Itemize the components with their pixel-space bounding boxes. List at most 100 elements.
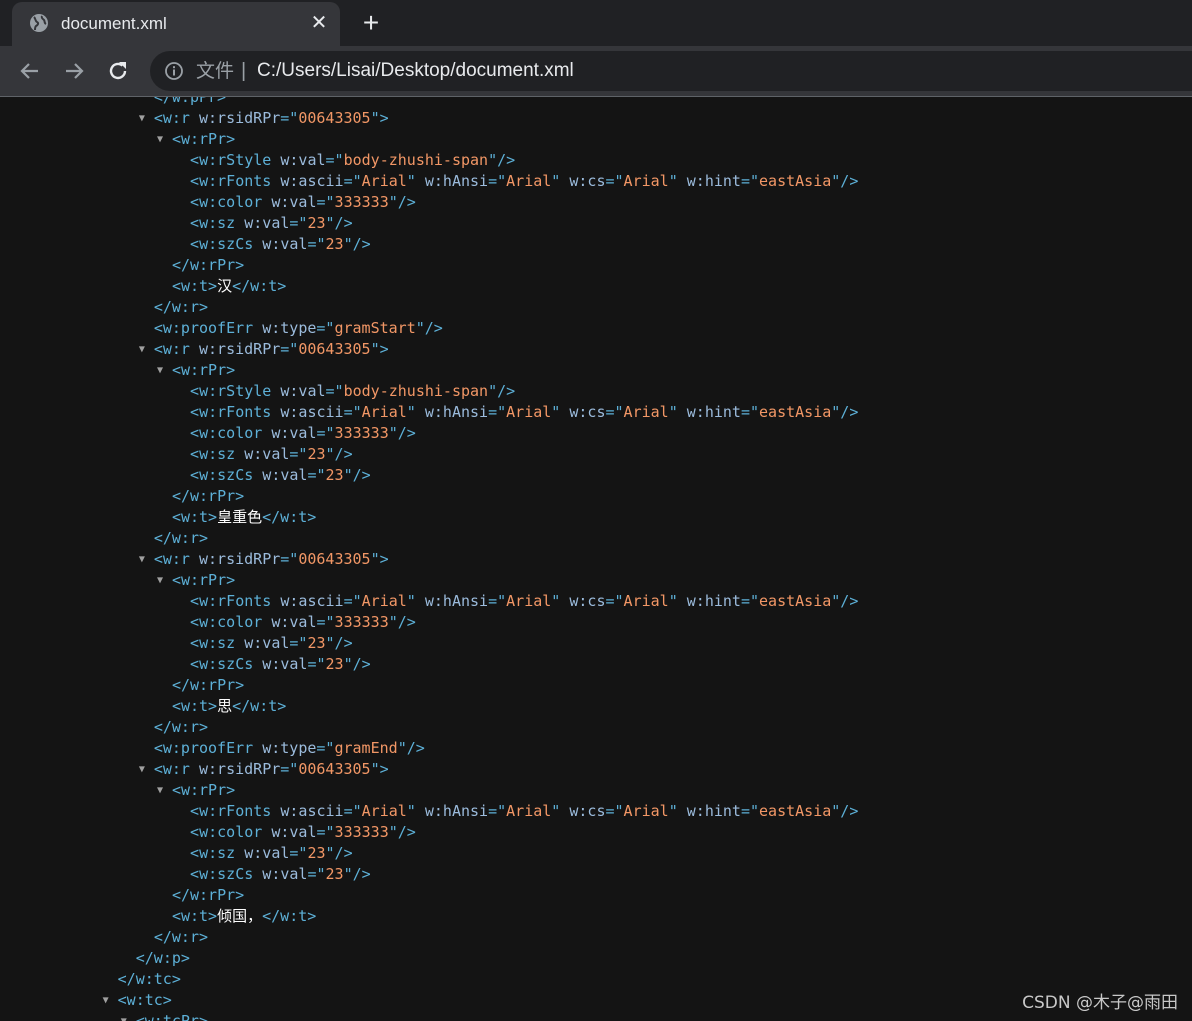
xml-line[interactable]: ▼ <w:rPr> bbox=[157, 360, 235, 381]
xml-token: <w:proofErr bbox=[153, 739, 263, 757]
xml-token: </w:t> bbox=[232, 697, 287, 715]
xml-line[interactable]: ▼ <w:r w:rsidRPr="00643305"> bbox=[139, 549, 389, 570]
collapse-triangle-icon[interactable]: ▼ bbox=[103, 990, 113, 1011]
xml-line[interactable]: ▼ <w:r w:rsidRPr="00643305"> bbox=[139, 759, 389, 780]
xml-token: <w:sz bbox=[190, 445, 245, 463]
xml-token: w:rsidRPr bbox=[199, 109, 281, 127]
xml-token: <w:rFonts bbox=[190, 403, 281, 421]
xml-token: w:hint bbox=[686, 403, 741, 421]
xml-token: " bbox=[406, 802, 425, 820]
tab-strip: document.xml ✕ + bbox=[0, 0, 1192, 46]
xml-token: "/> bbox=[325, 844, 353, 862]
xml-token: <w:rFonts bbox=[190, 802, 281, 820]
xml-token: w:cs bbox=[569, 802, 606, 820]
xml-line[interactable]: ▼ <w:tc> bbox=[103, 990, 172, 1011]
xml-line[interactable]: ▼ <w:rPr> bbox=[157, 129, 236, 150]
collapse-triangle-icon[interactable]: ▼ bbox=[157, 780, 167, 801]
xml-token: 333333 bbox=[334, 424, 389, 442]
xml-token: <w:r bbox=[153, 760, 199, 778]
xml-token: " bbox=[406, 592, 425, 610]
xml-token: " bbox=[406, 403, 425, 421]
xml-token: </w:p> bbox=[135, 949, 190, 967]
xml-token: <w:tcPr> bbox=[135, 1012, 208, 1021]
xml-token: =" bbox=[325, 382, 344, 400]
xml-token: 汉 bbox=[217, 277, 233, 295]
xml-token: =" bbox=[316, 193, 335, 211]
xml-token: <w:color bbox=[190, 424, 272, 442]
xml-token: w:ascii bbox=[280, 403, 344, 421]
xml-line: <w:color w:val="333333"/> bbox=[190, 192, 416, 213]
xml-token: 思 bbox=[217, 697, 233, 715]
xml-token: "/> bbox=[343, 655, 371, 673]
info-icon[interactable] bbox=[164, 61, 184, 81]
xml-token: 333333 bbox=[334, 613, 389, 631]
collapse-triangle-icon[interactable]: ▼ bbox=[157, 129, 167, 150]
xml-token: w:cs bbox=[569, 592, 606, 610]
watermark: CSDN @木子@雨田 bbox=[1022, 993, 1178, 1013]
reload-icon[interactable] bbox=[106, 59, 130, 83]
xml-line[interactable]: ▼ <w:r w:rsidRPr="00643305"> bbox=[139, 108, 389, 129]
xml-token: "/> bbox=[831, 403, 859, 421]
new-tab-button[interactable]: + bbox=[358, 9, 384, 37]
xml-token: <w:r bbox=[153, 109, 199, 127]
xml-token: </w:r> bbox=[153, 928, 209, 946]
collapse-triangle-icon[interactable]: ▼ bbox=[139, 759, 149, 780]
collapse-triangle-icon[interactable]: ▼ bbox=[157, 570, 167, 591]
xml-token: eastAsia bbox=[759, 802, 832, 820]
xml-line[interactable]: ▼ <w:tcPr> bbox=[121, 1011, 208, 1021]
tab-document-xml[interactable]: document.xml ✕ bbox=[12, 2, 340, 46]
xml-line[interactable]: ▼ <w:rPr> bbox=[157, 780, 235, 801]
xml-token: w:hint bbox=[686, 172, 741, 190]
xml-token: 皇重色 bbox=[217, 508, 263, 526]
xml-token: =" bbox=[740, 802, 760, 820]
collapse-triangle-icon[interactable]: ▼ bbox=[139, 108, 149, 129]
tab-title: document.xml bbox=[61, 14, 167, 33]
xml-token: =" bbox=[280, 340, 299, 358]
xml-token: 23 bbox=[307, 844, 326, 862]
xml-token: =" bbox=[289, 214, 308, 232]
xml-token: </w:t> bbox=[262, 508, 317, 526]
xml-token: =" bbox=[488, 403, 507, 421]
xml-token: "/> bbox=[325, 634, 353, 652]
xml-token: 333333 bbox=[334, 823, 389, 841]
xml-token: </w:r> bbox=[153, 718, 209, 736]
xml-line[interactable]: ▼ <w:r w:rsidRPr="00643305"> bbox=[139, 339, 389, 360]
close-tab-icon[interactable]: ✕ bbox=[309, 13, 329, 33]
xml-token: "> bbox=[370, 109, 389, 127]
collapse-triangle-icon[interactable]: ▼ bbox=[139, 339, 149, 360]
xml-token: eastAsia bbox=[759, 592, 832, 610]
forward-arrow-icon[interactable] bbox=[62, 59, 86, 83]
xml-line: </w:rPr> bbox=[172, 486, 244, 507]
collapse-triangle-icon[interactable]: ▼ bbox=[121, 1011, 131, 1021]
xml-line: <w:sz w:val="23"/> bbox=[190, 843, 353, 864]
xml-token: " bbox=[551, 403, 570, 421]
collapse-triangle-icon[interactable]: ▼ bbox=[139, 549, 149, 570]
xml-line: <w:proofErr w:type="gramStart"/> bbox=[154, 318, 443, 339]
xml-token: "> bbox=[370, 550, 389, 568]
xml-token: 23 bbox=[325, 466, 344, 484]
xml-token: =" bbox=[316, 424, 335, 442]
xml-token: </w:rPr> bbox=[171, 886, 245, 904]
xml-tree-view: </w:pPr> ▼ <w:r w:rsidRPr="00643305"> ▼ <w:r… bbox=[0, 97, 1192, 1021]
collapse-triangle-icon[interactable]: ▼ bbox=[157, 360, 167, 381]
xml-token: =" bbox=[488, 802, 507, 820]
xml-token: w:rsidRPr bbox=[199, 760, 281, 778]
xml-token: w:val bbox=[280, 382, 326, 400]
address-bar[interactable]: 文件 | C:/Users/Lisai/Desktop/document.xml bbox=[150, 51, 1192, 91]
xml-token: <w:rFonts bbox=[190, 172, 281, 190]
xml-line: <w:color w:val="333333"/> bbox=[190, 612, 416, 633]
xml-token: <w:t> bbox=[171, 277, 218, 295]
address-url[interactable]: C:/Users/Lisai/Desktop/document.xml bbox=[257, 60, 574, 82]
xml-token: w:type bbox=[262, 739, 317, 757]
xml-token: w:val bbox=[244, 844, 290, 862]
xml-line: <w:rFonts w:ascii="Arial" w:hAnsi="Arial… bbox=[190, 801, 858, 822]
xml-token: body-zhushi-span bbox=[343, 151, 489, 169]
xml-token: w:cs bbox=[569, 403, 606, 421]
xml-token: w:val bbox=[262, 865, 308, 883]
xml-line[interactable]: ▼ <w:rPr> bbox=[157, 570, 235, 591]
xml-token: w:val bbox=[262, 235, 308, 253]
xml-token: w:ascii bbox=[280, 592, 344, 610]
xml-token: Arial bbox=[361, 592, 407, 610]
back-arrow-icon[interactable] bbox=[18, 59, 42, 83]
xml-token: <w:rPr> bbox=[171, 130, 236, 148]
